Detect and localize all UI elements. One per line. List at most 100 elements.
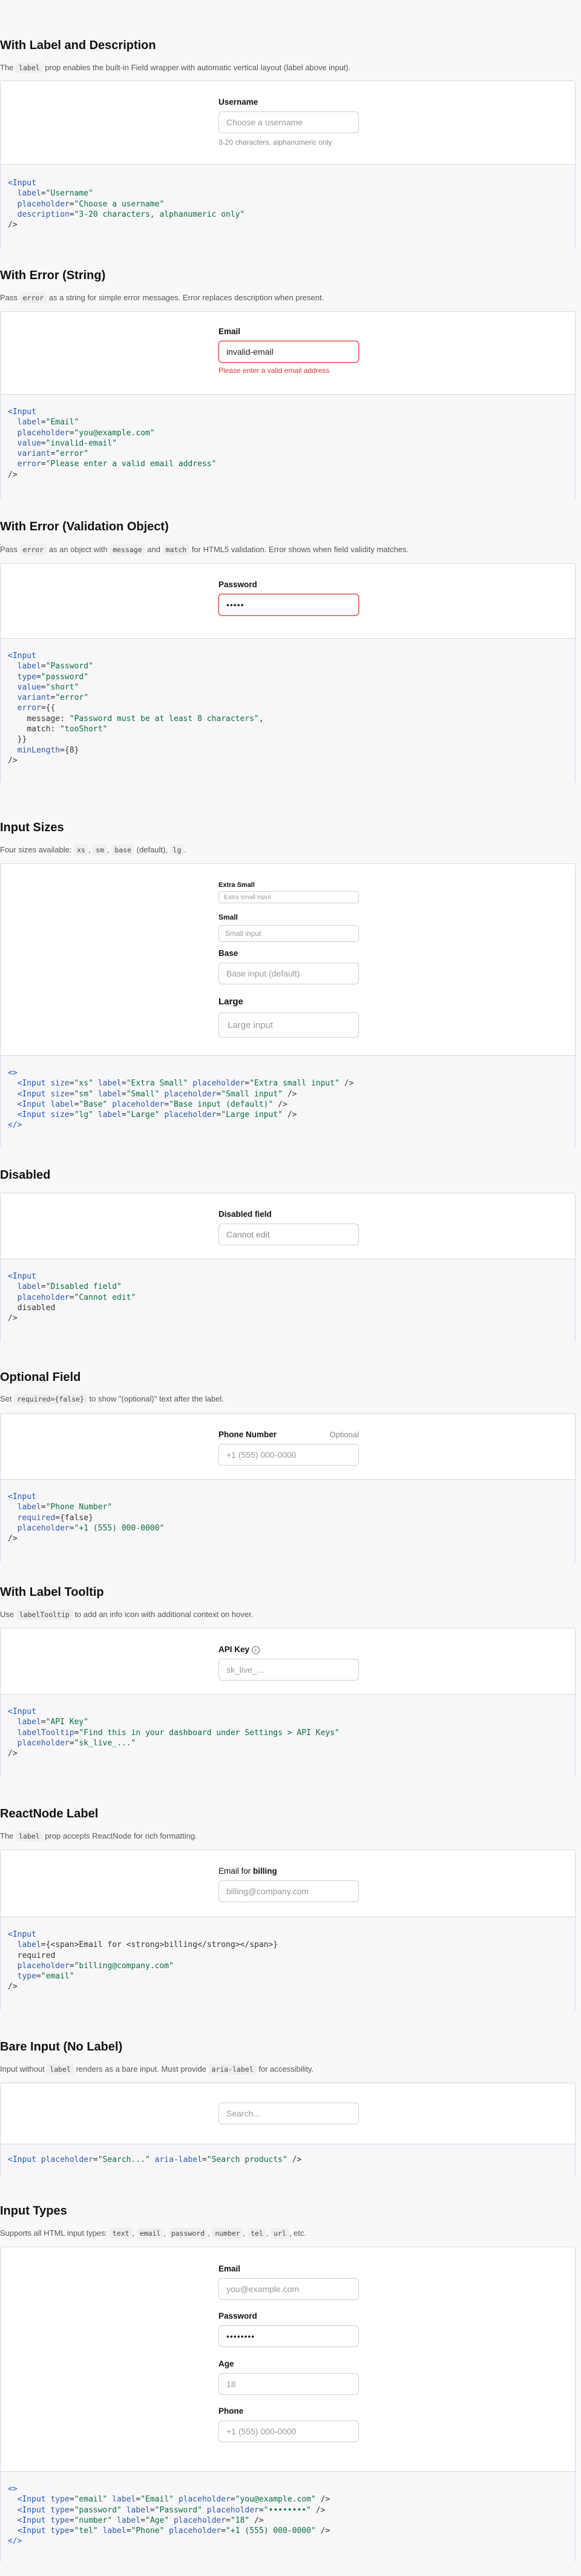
section-title: Disabled: [0, 1168, 51, 1182]
code-line: label="Password": [17, 662, 93, 671]
code-block: <Input label="Phone Number" required={fa…: [1, 1480, 575, 1575]
field-label: Large: [218, 996, 243, 1007]
example-preview: Email invalid-email Please enter a valid…: [1, 312, 575, 395]
code-line: label="Phone Number": [17, 1503, 113, 1512]
code-block: <Input label="Password" type="password" …: [1, 639, 575, 796]
code-line: <Input type="number" label="Age" placeho…: [17, 2515, 264, 2525]
size-lg-field: Large Large input: [218, 996, 359, 1038]
code-line: </>: [8, 2537, 22, 2546]
code-line: />: [8, 1534, 18, 1544]
code-line: <Input type="password" label="Password" …: [17, 2505, 326, 2515]
code-line: <>: [8, 2485, 18, 2494]
example-preview: Phone Number Optional +1 (555) 000-0000: [1, 1414, 575, 1480]
code-line: <Input size="lg" label="Large" placehold…: [17, 1110, 297, 1120]
code-line: type="password": [17, 672, 89, 682]
code-line: <Input type="email" label="Email" placeh…: [17, 2495, 330, 2505]
email-input[interactable]: invalid-email: [218, 341, 359, 363]
code-line: placeholder="sk_live_...": [17, 1738, 136, 1748]
code-line: />: [8, 220, 18, 230]
code-line: }}: [8, 735, 27, 745]
code-line: <Input size="xs" label="Extra Small" pla…: [17, 1079, 354, 1089]
type-tel-input[interactable]: +1 (555) 000-0000: [218, 2420, 359, 2442]
example-card: Email for billing billing@company.com <I…: [0, 1850, 576, 2023]
section-title: Input Types: [0, 2204, 67, 2218]
type-email-field: Email you@example.com: [218, 2264, 359, 2300]
example-card: Username Choose a username 3-20 characte…: [0, 81, 576, 262]
size-lg-input[interactable]: Large input: [218, 1012, 359, 1038]
code-line: </>: [8, 1121, 22, 1130]
size-sm-input[interactable]: Small input: [218, 925, 359, 942]
code-line: minLength={8}: [17, 745, 79, 755]
section-description: The label prop accepts ReactNode for ric…: [0, 1831, 197, 1842]
code-line: label="Disabled field": [17, 1282, 122, 1292]
section-title: Optional Field: [0, 1371, 81, 1384]
code-line: <Input: [8, 1272, 36, 1281]
code-line: required: [8, 1951, 56, 1960]
code-line: />: [8, 1749, 18, 1759]
code-block: <> <Input type="email" label="Email" pla…: [1, 2472, 575, 2576]
code-line: variant="error": [17, 693, 89, 703]
code-line: <Input placeholder="Search..." aria-labe…: [8, 2155, 302, 2164]
email-field: Email invalid-email Please enter a valid…: [218, 327, 359, 375]
info-icon[interactable]: i: [252, 1646, 260, 1654]
code-line: placeholder="you@example.com": [17, 428, 155, 438]
phone-input[interactable]: +1 (555) 000-0000: [218, 1444, 359, 1466]
code-line: description="3-20 characters, alphanumer…: [17, 209, 245, 219]
example-card: Phone Number Optional +1 (555) 000-0000 …: [0, 1413, 576, 1575]
section-title: With Label and Description: [0, 39, 156, 52]
type-password-input[interactable]: ••••••••: [218, 2325, 359, 2347]
code-line: <Input: [8, 1707, 36, 1716]
billing-email-input[interactable]: billing@company.com: [218, 1880, 359, 1902]
code-line: value="short": [17, 682, 79, 692]
size-base-input[interactable]: Base input (default): [218, 963, 359, 984]
code-line: <Input: [8, 1930, 36, 1939]
field-label: Username: [218, 97, 258, 107]
code-line: <>: [8, 1069, 18, 1078]
code-line: match: "tooShort": [8, 725, 108, 734]
code-line: />: [8, 756, 18, 765]
billing-email-field: Email for billing billing@company.com: [218, 1866, 359, 1902]
size-base-field: Base Base input (default): [218, 949, 359, 984]
search-input[interactable]: Search...: [218, 2103, 359, 2124]
code-line: <Input label="Base" placeholder="Base in…: [17, 1099, 287, 1109]
type-number-input[interactable]: 18: [218, 2373, 359, 2395]
code-line: required={false}: [17, 1513, 93, 1523]
type-email-input[interactable]: you@example.com: [218, 2278, 359, 2300]
section-title: With Label Tooltip: [0, 1586, 104, 1599]
code-line: <Input: [8, 407, 36, 417]
example-preview: Search...: [1, 2083, 575, 2144]
field-label: Email: [218, 327, 241, 336]
example-card: API Key i sk_live_... <Input label="API K…: [0, 1628, 576, 1790]
field-label: Age: [218, 2359, 234, 2368]
example-card: Search... <Input placeholder="Search..."…: [0, 2083, 576, 2186]
example-preview: Email you@example.com Password •••••••• …: [1, 2247, 575, 2472]
field-label: Password: [218, 580, 257, 589]
code-line: error="Please enter a valid email addres…: [17, 460, 217, 469]
password-input[interactable]: •••••: [218, 594, 359, 616]
code-line: message: "Password must be at least 8 ch…: [8, 714, 264, 723]
code-line: />: [8, 470, 18, 479]
section-description: Pass error as a string for simple error …: [0, 292, 324, 303]
username-field: Username Choose a username 3-20 characte…: [218, 97, 359, 147]
code-line: placeholder="+1 (555) 000-0000": [17, 1523, 165, 1533]
code-block: <Input label="Email" placeholder="you@ex…: [1, 395, 575, 512]
code-line: />: [8, 1982, 18, 1992]
section-description: Set required={false} to show "(optional)…: [0, 1394, 224, 1405]
code-line: <Input type="tel" label="Phone" placehol…: [17, 2526, 330, 2536]
code-block: <Input label="Username" placeholder="Cho…: [1, 165, 575, 262]
code-line: label="Username": [17, 189, 93, 199]
section-description: The label prop enables the built-in Fiel…: [0, 62, 351, 73]
example-preview: Email for billing billing@company.com: [1, 1850, 575, 1917]
code-line: />: [8, 1314, 18, 1323]
size-xs-field: Extra Small Extra small input: [218, 881, 359, 903]
api-key-input[interactable]: sk_live_...: [218, 1659, 359, 1681]
example-preview: Extra Small Extra small input Small Smal…: [1, 864, 575, 1056]
size-xs-input[interactable]: Extra small input: [218, 891, 359, 903]
field-label: Password: [218, 2311, 257, 2321]
password-field: Password •••••: [218, 580, 359, 616]
section-title: ReactNode Label: [0, 1807, 99, 1820]
example-card: Disabled field Cannot edit <Input label=…: [0, 1193, 576, 1355]
field-label: Extra Small: [218, 881, 255, 889]
username-input[interactable]: Choose a username: [218, 111, 359, 133]
section-description: Supports all HTML input types: text, ema…: [0, 2228, 307, 2239]
